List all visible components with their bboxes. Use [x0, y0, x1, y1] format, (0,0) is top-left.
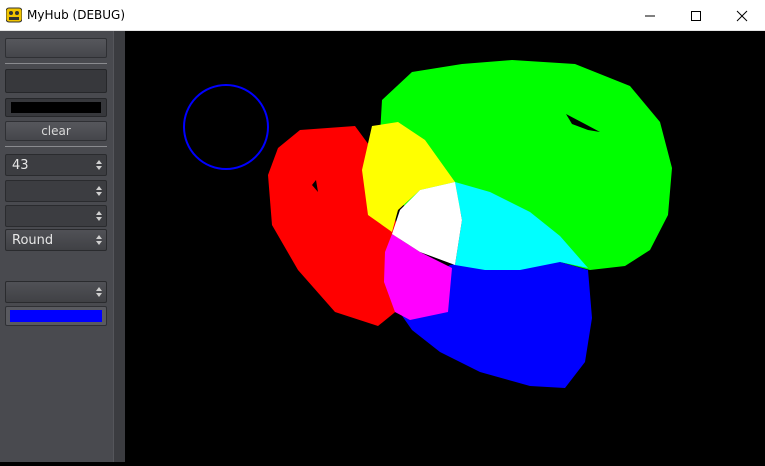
tool-panel: clear 43 Round anti-aliased [0, 31, 113, 462]
spin-arrows-icon [96, 160, 102, 170]
separator [5, 63, 107, 64]
title-bar: MyHub (DEBUG) [0, 0, 765, 31]
clear-button-label: clear [41, 124, 71, 138]
panel-splitter[interactable] [113, 31, 125, 462]
pen-width-value: 43 [12, 158, 29, 173]
maximize-button[interactable] [673, 0, 719, 31]
separator [5, 146, 107, 147]
drawing-canvas[interactable] [125, 31, 765, 462]
app-logo-icon [6, 7, 22, 23]
close-icon [736, 10, 748, 22]
dropdown-arrows-icon [96, 235, 102, 245]
pen-color-button[interactable] [5, 306, 107, 326]
spin-arrows-icon [96, 186, 102, 196]
color-swatch-field[interactable] [5, 98, 107, 117]
dropdown-arrows-icon [96, 287, 102, 297]
blue-color-swatch [10, 310, 102, 322]
minimize-button[interactable] [627, 0, 673, 31]
cap-style-dropdown[interactable]: Round [5, 229, 107, 251]
close-button[interactable] [719, 0, 765, 31]
name-field[interactable] [5, 69, 107, 93]
style-spinbox-1[interactable] [5, 180, 107, 202]
clear-button[interactable]: clear [5, 121, 107, 141]
black-color-swatch [11, 102, 101, 113]
maximize-icon [691, 11, 701, 21]
brush-dropdown[interactable] [5, 281, 107, 303]
blue-circle-outline [183, 84, 269, 170]
spin-arrows-icon [96, 211, 102, 221]
top-blank-button[interactable] [5, 38, 107, 58]
window-title: MyHub (DEBUG) [27, 8, 126, 22]
style-spinbox-2[interactable] [5, 205, 107, 227]
minimize-icon [645, 15, 655, 17]
canvas-drawing [183, 60, 672, 388]
pen-width-spinbox[interactable]: 43 [5, 154, 107, 176]
cap-style-value: Round [12, 233, 54, 248]
